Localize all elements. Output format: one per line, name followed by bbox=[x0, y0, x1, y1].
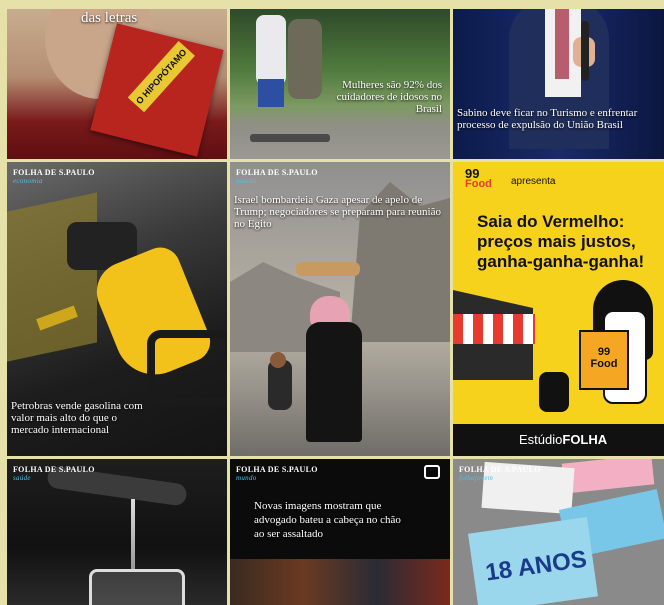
post-caption: Israel bombardeia Gaza apesar de apelo d… bbox=[234, 194, 441, 230]
book-title: O HIPOPÓTAMO bbox=[134, 47, 189, 107]
post-tile-folhajovem[interactable]: 18 ANOS FOLHA DE S.PAULO folhajovem bbox=[453, 459, 664, 605]
brand-label: FOLHA DE S.PAULO saúde bbox=[13, 465, 95, 483]
brand-label: FOLHA DE S.PAULO folhajovem bbox=[459, 465, 541, 483]
delivery-box: 99 Food bbox=[579, 330, 629, 390]
post-tile-sabino[interactable]: Sabino deve ficar no Turismo e enfrentar… bbox=[453, 9, 664, 159]
reels-icon bbox=[424, 465, 440, 479]
post-tile-gaza[interactable]: FOLHA DE S.PAULO mundo Israel bombardeia… bbox=[230, 162, 450, 456]
brand-name: FOLHA DE S.PAULO bbox=[13, 465, 95, 474]
brand-name: FOLHA DE S.PAULO bbox=[459, 465, 541, 474]
brand-name: FOLHA DE S.PAULO bbox=[13, 168, 95, 177]
footer-folha: FOLHA bbox=[562, 432, 608, 447]
post-tile-advogado[interactable]: FOLHA DE S.PAULO mundo Novas imagens mos… bbox=[230, 459, 450, 605]
estudio-folha-logo: EstúdioFOLHA bbox=[519, 432, 607, 447]
box-number: 99 bbox=[597, 346, 611, 358]
ad-headline: Saia do Vermelho: preços mais justos, ga… bbox=[477, 212, 645, 271]
ad-tag: apresenta bbox=[511, 176, 556, 187]
box-word: Food bbox=[590, 358, 618, 370]
post-tile-letras[interactable]: O HIPOPÓTAMO das letras bbox=[7, 9, 227, 159]
brand-name: FOLHA DE S.PAULO bbox=[236, 168, 318, 177]
post-tile-petrobras[interactable]: FOLHA DE S.PAULO economia Petrobras vend… bbox=[7, 162, 227, 456]
brand-label: FOLHA DE S.PAULO mundo bbox=[236, 465, 318, 483]
post-tile-cuidadores[interactable]: Mulheres são 92% dos cuidadores de idoso… bbox=[230, 9, 450, 159]
brand-label: FOLHA DE S.PAULO mundo bbox=[236, 168, 318, 186]
cctv-image bbox=[230, 559, 450, 605]
section-label: mundo bbox=[236, 177, 257, 185]
section-label: saúde bbox=[13, 474, 31, 482]
section-label: folhajovem bbox=[459, 474, 494, 482]
footer-estudio: Estúdio bbox=[519, 432, 563, 447]
post-grid: O HIPOPÓTAMO das letras Mulheres são 92%… bbox=[7, 9, 664, 605]
brand-label: FOLHA DE S.PAULO economia bbox=[13, 168, 95, 186]
post-caption: Novas imagens mostram que advogado bateu… bbox=[254, 500, 401, 540]
post-caption: Sabino deve ficar no Turismo e enfrentar… bbox=[457, 107, 638, 131]
section-label: economia bbox=[13, 177, 43, 185]
post-caption: das letras bbox=[81, 10, 138, 26]
post-caption: Petrobras vende gasolina com valor mais … bbox=[11, 400, 143, 436]
protest-sign: 18 ANOS bbox=[468, 517, 598, 605]
sign-text: 18 ANOS bbox=[483, 545, 589, 587]
courier-illustration bbox=[539, 372, 569, 412]
glass bbox=[89, 569, 185, 605]
post-caption: Mulheres são 92% dos cuidadores de idoso… bbox=[336, 79, 442, 115]
post-tile-saude[interactable]: FOLHA DE S.PAULO saúde bbox=[7, 459, 227, 605]
post-tile-99food-ad[interactable]: 99 Food apresenta Saia do Vermelho: preç… bbox=[453, 162, 664, 456]
logo-word: Food bbox=[465, 178, 492, 190]
99food-logo: 99 Food bbox=[465, 167, 505, 190]
brand-name: FOLHA DE S.PAULO bbox=[236, 465, 318, 474]
section-label: mundo bbox=[236, 474, 257, 482]
